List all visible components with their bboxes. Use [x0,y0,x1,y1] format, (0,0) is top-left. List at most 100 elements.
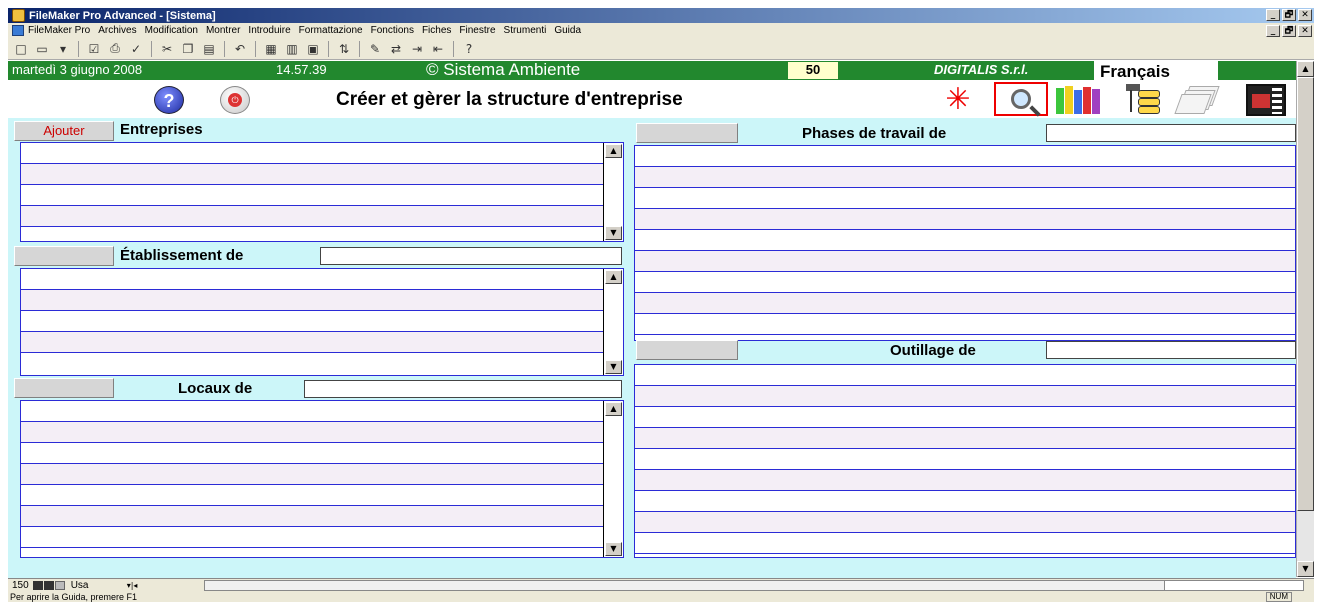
list-item[interactable] [21,506,623,527]
list-item[interactable] [21,422,623,443]
list-item[interactable] [635,512,1295,533]
zoom-level[interactable]: 150 [12,580,29,591]
script-icon[interactable]: ✎ [366,41,384,57]
scroll-down-icon[interactable]: ▼ [1297,561,1314,577]
list-item[interactable] [635,188,1295,209]
add-entreprise-button[interactable]: Ajouter [14,121,114,141]
browse-icon[interactable]: ▥ [283,41,301,57]
minimize-button[interactable]: _ [1266,9,1280,21]
locaux-field[interactable] [304,380,622,398]
menu-montrer[interactable]: Montrer [206,25,240,36]
asterisk-icon[interactable]: ✳ [938,85,978,115]
doc-restore-button[interactable]: 🗗 [1282,25,1296,37]
outillage-field[interactable] [1046,341,1296,359]
list-item[interactable] [21,527,623,548]
list-item[interactable] [635,167,1295,188]
list-item[interactable] [21,401,623,422]
help-icon[interactable]: ? [460,41,478,57]
menu-formattazione[interactable]: Formattazione [299,25,363,36]
dropdown-icon[interactable]: ▾ [54,41,72,57]
copy-icon[interactable]: ❐ [179,41,197,57]
locaux-scrollbar[interactable]: ▲ ▼ [603,401,623,557]
scroll-up-icon[interactable]: ▲ [1297,61,1314,77]
close-button[interactable]: ✕ [1298,9,1312,21]
film-icon[interactable] [1246,84,1286,116]
outillage-list[interactable] [634,364,1296,558]
etablissement-list[interactable]: ▲ ▼ [20,268,624,376]
horizontal-scrollbar[interactable] [204,580,1304,591]
tree-structure-icon[interactable] [1124,84,1166,114]
zoom-controls[interactable] [32,581,65,590]
locaux-button[interactable] [14,378,114,398]
list-item[interactable] [635,209,1295,230]
relations-icon[interactable]: ⇄ [387,41,405,57]
list-item[interactable] [21,485,623,506]
doc-minimize-button[interactable]: _ [1266,25,1280,37]
list-item[interactable] [21,143,623,164]
scroll-thumb[interactable] [205,581,1165,590]
status-area-icon[interactable] [54,581,65,590]
new-icon[interactable]: □ [12,41,30,57]
document-icon[interactable] [12,25,24,36]
open-icon[interactable]: ▭ [33,41,51,57]
export-icon[interactable]: ⇤ [429,41,447,57]
list-item[interactable] [635,428,1295,449]
scroll-up-icon[interactable]: ▲ [605,270,622,284]
list-item[interactable] [21,464,623,485]
doc-close-button[interactable]: ✕ [1298,25,1312,37]
list-item[interactable] [635,533,1295,554]
menu-fiches[interactable]: Fiches [422,25,451,36]
list-item[interactable] [635,449,1295,470]
phases-field[interactable] [1046,124,1296,142]
import-icon[interactable]: ⇥ [408,41,426,57]
cut-icon[interactable]: ✂ [158,41,176,57]
list-item[interactable] [21,311,623,332]
undo-icon[interactable]: ↶ [231,41,249,57]
list-item[interactable] [635,470,1295,491]
zoom-out-icon[interactable] [32,581,43,590]
menu-finestre[interactable]: Finestre [459,25,495,36]
list-item[interactable] [635,386,1295,407]
exit-button[interactable]: ⏻ [220,86,250,114]
outillage-button[interactable] [636,340,738,360]
spell-icon[interactable]: ✓ [127,41,145,57]
list-item[interactable] [635,146,1295,167]
zoom-in-icon[interactable] [43,581,54,590]
list-item[interactable] [635,407,1295,428]
list-item[interactable] [635,314,1295,335]
list-item[interactable] [635,272,1295,293]
list-item[interactable] [21,185,623,206]
phases-button[interactable] [636,123,738,143]
help-button[interactable]: ? [154,86,184,114]
list-item[interactable] [21,269,623,290]
search-button[interactable] [994,82,1048,116]
list-item[interactable] [635,491,1295,512]
etablissement-button[interactable] [14,246,114,266]
list-item[interactable] [21,164,623,185]
window-vertical-scrollbar[interactable]: ▲ ▼ [1296,61,1314,577]
list-item[interactable] [635,251,1295,272]
menu-modification[interactable]: Modification [145,25,198,36]
sort-icon[interactable]: ⇅ [335,41,353,57]
scroll-down-icon[interactable]: ▼ [605,360,622,374]
list-item[interactable] [21,443,623,464]
menu-filemaker-pro[interactable]: FileMaker Pro [28,25,90,36]
etablissement-scrollbar[interactable]: ▲ ▼ [603,269,623,375]
menu-fonctions[interactable]: Fonctions [371,25,414,36]
paste-icon[interactable]: ▤ [200,41,218,57]
menu-guida[interactable]: Guida [554,25,581,36]
list-item[interactable] [21,206,623,227]
scroll-up-icon[interactable]: ▲ [605,402,622,416]
filemaker-app-icon[interactable] [12,9,25,22]
scroll-up-icon[interactable]: ▲ [605,144,622,158]
books-icon[interactable] [1056,84,1102,114]
entreprises-scrollbar[interactable]: ▲ ▼ [603,143,623,241]
menu-introduire[interactable]: Introduire [248,25,290,36]
documents-icon[interactable] [1174,86,1220,114]
list-item[interactable] [635,365,1295,386]
menu-archives[interactable]: Archives [98,25,136,36]
check-icon[interactable]: ☑ [85,41,103,57]
layout-icon[interactable]: ▦ [262,41,280,57]
phases-list[interactable] [634,145,1296,341]
list-item[interactable] [21,332,623,353]
